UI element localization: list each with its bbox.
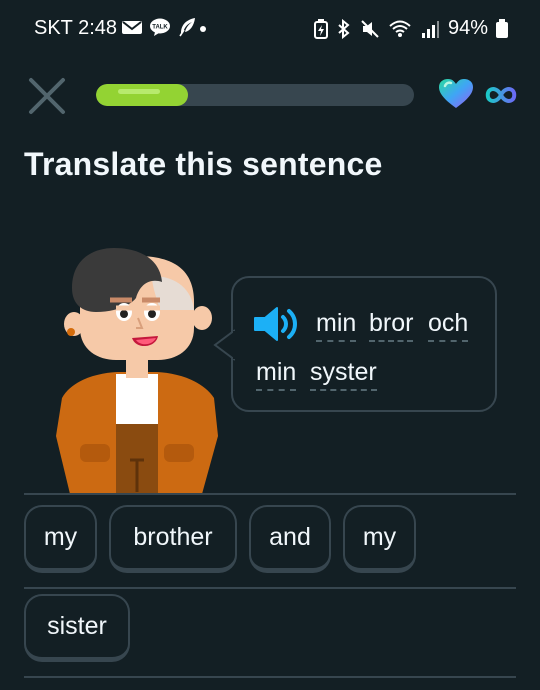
hint-word-och[interactable]: och bbox=[428, 309, 469, 342]
battery-icon bbox=[496, 18, 508, 38]
hint-word-min-2[interactable]: min bbox=[256, 358, 297, 391]
speech-bubble bbox=[231, 276, 497, 412]
word-chip-my-2[interactable]: my bbox=[343, 505, 416, 573]
word-chip-brother[interactable]: brother bbox=[109, 505, 237, 573]
character-illustration bbox=[56, 248, 218, 494]
progress-shine bbox=[118, 89, 160, 94]
mail-icon bbox=[122, 21, 142, 34]
battery-saver-icon bbox=[313, 18, 328, 39]
svg-text:TALK: TALK bbox=[152, 25, 168, 31]
heart-icon[interactable] bbox=[438, 78, 474, 110]
word-chip-and[interactable]: and bbox=[249, 505, 331, 573]
word-chip-sister[interactable]: sister bbox=[24, 594, 130, 662]
hint-word-bror[interactable]: bror bbox=[369, 309, 414, 342]
wifi-icon bbox=[389, 20, 411, 37]
page-title: Translate this sentence bbox=[24, 146, 383, 182]
talk-icon: TALK bbox=[150, 18, 170, 36]
answer-line-2 bbox=[24, 587, 516, 589]
answer-line-3 bbox=[24, 676, 516, 678]
close-icon[interactable] bbox=[26, 75, 68, 117]
word-chip-my[interactable]: my bbox=[24, 505, 97, 573]
infinity-icon bbox=[485, 87, 517, 103]
speech-bubble-tail bbox=[213, 329, 235, 361]
status-bar: SKT 2:48 TALK 94% bbox=[0, 0, 540, 58]
mute-icon bbox=[361, 19, 379, 38]
lesson-progress-bar bbox=[96, 84, 414, 106]
speaker-icon[interactable] bbox=[253, 304, 301, 344]
bluetooth-icon bbox=[338, 18, 350, 39]
answer-line-1 bbox=[24, 493, 516, 495]
feather-icon bbox=[179, 18, 195, 37]
battery-percent: 94% bbox=[447, 17, 488, 39]
hint-word-syster[interactable]: syster bbox=[310, 358, 377, 391]
hint-word-min[interactable]: min bbox=[316, 309, 357, 342]
signal-icon bbox=[421, 20, 439, 38]
status-time: SKT 2:48 bbox=[34, 17, 118, 39]
notification-dot bbox=[200, 26, 206, 32]
progress-fill bbox=[96, 84, 189, 106]
